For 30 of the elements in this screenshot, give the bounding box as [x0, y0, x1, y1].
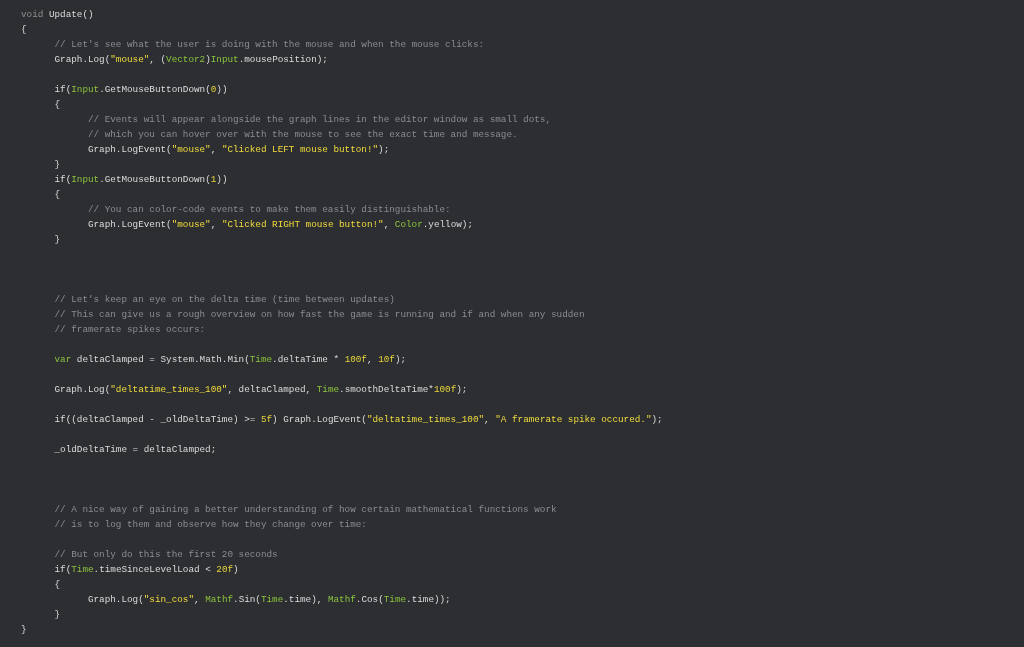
code-line: } [53, 158, 61, 172]
code-line: } [53, 608, 61, 622]
code-line: // A nice way of gaining a better understanding of how certain mathematical functions work [53, 503, 557, 517]
code-line: } [53, 233, 61, 247]
code-line: _oldDeltaTime = deltaClamped; [53, 443, 217, 457]
code-line: Graph.Log("mouse", (Vector2)Input.mousePosition); [53, 53, 328, 67]
code-line: var deltaClamped = System.Math.Min(Time.deltaTime * 100f, 10f); [53, 353, 407, 367]
code-line: // Events will appear alongside the graph lines in the editor window as small dots, [86, 113, 551, 127]
code-line: } [21, 623, 27, 637]
code-line: { [53, 98, 61, 112]
code-line: if(Input.GetMouseButtonDown(0)) [53, 83, 228, 97]
code-line: if(Time.timeSinceLevelLoad < 20f) [53, 563, 239, 577]
code-line: // framerate spikes occurs: [53, 323, 206, 337]
code-line: // Let's keep an eye on the delta time (time between updates) [53, 293, 395, 307]
code-line: // which you can hover over with the mouse to see the exact time and message. [86, 128, 518, 142]
code-line: Graph.Log("sin_cos", Mathf.Sin(Time.time), Mathf.Cos(Time.time)); [86, 593, 451, 607]
code-line: { [53, 188, 61, 202]
code-line: // But only do this the first 20 seconds [53, 548, 278, 562]
code-line: void Update() [21, 8, 94, 22]
code-line: Graph.LogEvent("mouse", "Clicked RIGHT mouse button!", Color.yellow); [86, 218, 473, 232]
code-line: // You can color-code events to make them easily distinguishable: [86, 203, 451, 217]
code-line: { [21, 23, 27, 37]
code-line: if((deltaClamped - _oldDeltaTime) >= 5f) Graph.LogEvent("deltatime_times_100", "A framerate spike occured."); [53, 413, 663, 427]
code-line: { [53, 578, 61, 592]
code-line: Graph.Log("deltatime_times_100", deltaClamped, Time.smoothDeltaTime*100f); [53, 383, 468, 397]
code-line: // Let's see what the user is doing with the mouse and when the mouse clicks: [53, 38, 485, 52]
code-line: if(Input.GetMouseButtonDown(1)) [53, 173, 228, 187]
code-line: Graph.LogEvent("mouse", "Clicked LEFT mouse button!"); [86, 143, 390, 157]
code-line: // is to log them and observe how they change over time: [53, 518, 367, 532]
code-line: // This can give us a rough overview on how fast the game is running and if and when any sudden [53, 308, 585, 322]
